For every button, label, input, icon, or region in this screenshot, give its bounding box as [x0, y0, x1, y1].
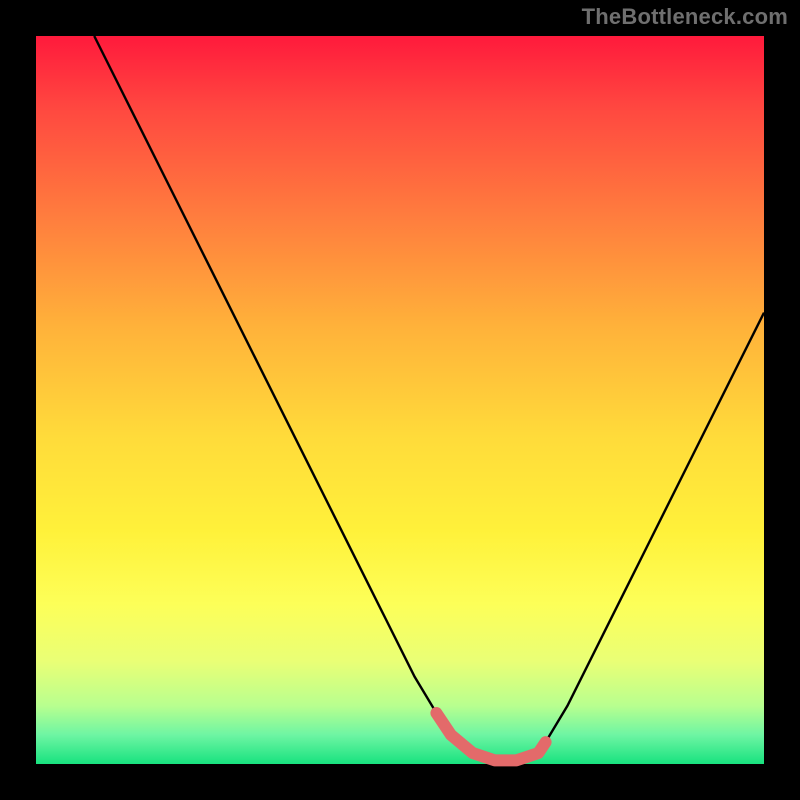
chart-container: TheBottleneck.com [0, 0, 800, 800]
watermark-text: TheBottleneck.com [582, 4, 788, 30]
chart-svg [36, 36, 764, 764]
bottleneck-curve [94, 36, 764, 760]
plot-area [36, 36, 764, 764]
highlight-band [436, 713, 545, 760]
